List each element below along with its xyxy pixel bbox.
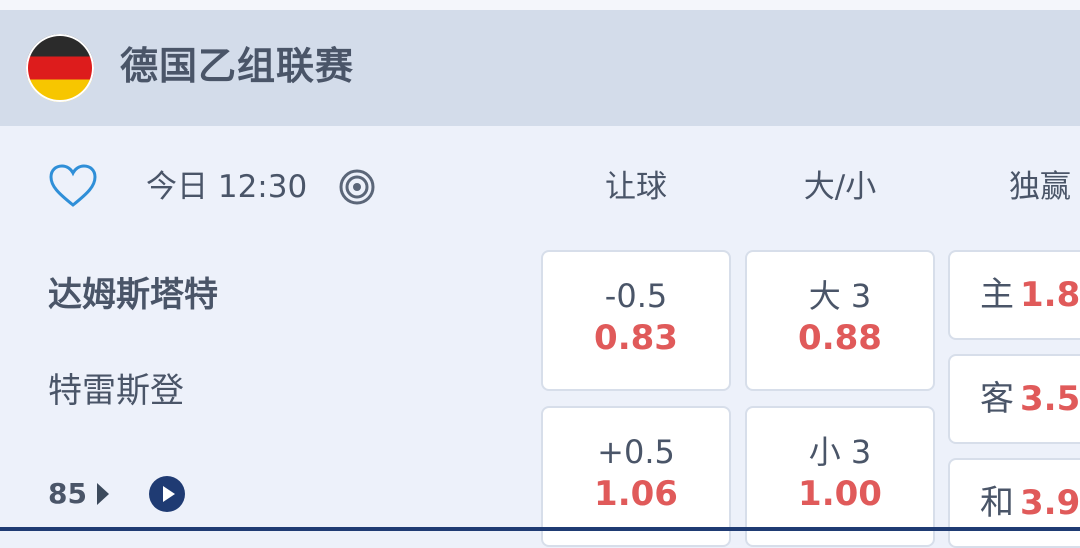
handicap-price: 0.83 — [594, 318, 678, 358]
league-name: 德国乙组联赛 — [120, 44, 355, 88]
heart-icon[interactable] — [48, 163, 98, 209]
moneyline-price: 3.9 — [1020, 483, 1080, 523]
handicap-line: +0.5 — [597, 433, 675, 471]
column-moneyline: 独赢 — [1009, 169, 1071, 205]
away-team: 特雷斯登 — [48, 371, 184, 411]
over-under-line: 大 3 — [808, 277, 872, 315]
over-under-price: 1.00 — [798, 474, 882, 514]
top-strip — [0, 0, 1080, 10]
moneyline-away-odds[interactable]: 客 3.5 — [948, 354, 1080, 444]
play-icon[interactable] — [148, 475, 186, 513]
over-under-price: 0.88 — [798, 318, 882, 358]
match-time: 今日 12:30 — [146, 169, 308, 205]
bottom-divider — [0, 527, 1080, 531]
moneyline-home-odds[interactable]: 主 1.8 — [948, 250, 1080, 340]
germany-flag-icon — [26, 34, 94, 102]
moneyline-label: 和 — [980, 483, 1014, 523]
handicap-line: -0.5 — [604, 277, 668, 315]
column-over-under: 大/小 — [803, 169, 877, 205]
moneyline-label: 主 — [980, 275, 1014, 315]
target-icon[interactable] — [338, 168, 376, 206]
league-header[interactable]: 德国乙组联赛 — [0, 10, 1080, 126]
moneyline-price: 3.5 — [1020, 379, 1080, 419]
moneyline-price: 1.8 — [1020, 275, 1080, 315]
column-handicap: 让球 — [605, 169, 667, 205]
match-minute: 85 — [48, 477, 87, 510]
handicap-away-odds[interactable]: +0.5 1.06 — [541, 406, 731, 547]
handicap-home-odds[interactable]: -0.5 0.83 — [541, 250, 731, 391]
over-odds[interactable]: 大 3 0.88 — [745, 250, 935, 391]
home-team: 达姆斯塔特 — [48, 275, 218, 315]
over-under-line: 小 3 — [808, 433, 872, 471]
caret-right-icon — [97, 483, 109, 505]
under-odds[interactable]: 小 3 1.00 — [745, 406, 935, 547]
moneyline-draw-odds[interactable]: 和 3.9 — [948, 458, 1080, 548]
handicap-price: 1.06 — [594, 474, 678, 514]
moneyline-label: 客 — [980, 379, 1014, 419]
